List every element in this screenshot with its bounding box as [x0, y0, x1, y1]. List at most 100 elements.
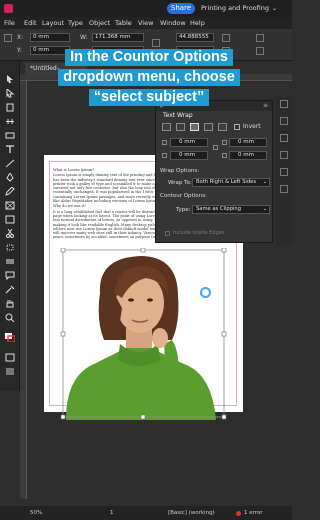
chevron-down-icon: ⌄	[262, 206, 267, 212]
selection-tool-icon[interactable]	[5, 75, 15, 84]
stroke-panel-icon[interactable]	[280, 151, 288, 159]
wrap-to-dropdown[interactable]: Both Right & Left Sides ⌄	[192, 178, 270, 187]
rotate-icon[interactable]	[222, 34, 230, 42]
text-wrap-panel-icon[interactable]	[280, 185, 288, 193]
contour-type-value: Same as Clipping	[196, 206, 242, 212]
no-wrap-icon[interactable]	[162, 123, 171, 131]
instruction-caption: In the Countor Options dropdown menu, ch…	[56, 46, 242, 106]
rectangle-tool-icon[interactable]	[5, 215, 15, 224]
workspace-selector[interactable]: Printing and Proofing ⌄	[201, 4, 277, 12]
preflight-errors[interactable]: 1 error	[244, 510, 263, 516]
x-label: X:	[17, 34, 24, 41]
image-frame[interactable]	[60, 248, 227, 420]
chevron-down-icon: ⌄	[262, 179, 267, 185]
w-field[interactable]: 171.368 mm	[92, 33, 144, 42]
formatting-container-icon[interactable]	[5, 353, 15, 362]
menu-table[interactable]: Table	[115, 19, 132, 27]
free-transform-tool-icon[interactable]	[5, 243, 15, 252]
right-offset-field[interactable]: 0 mm	[229, 151, 267, 160]
x-field[interactable]: 0 mm	[30, 33, 70, 42]
y-label: Y:	[17, 47, 22, 54]
screen-mode-icon[interactable]	[5, 367, 15, 376]
layers-panel-icon[interactable]	[280, 117, 288, 125]
jump-object-icon[interactable]	[204, 123, 213, 131]
note-tool-icon[interactable]	[5, 271, 15, 280]
zoom-tool-icon[interactable]	[5, 313, 15, 322]
vertical-ruler	[20, 81, 27, 499]
woman-photo	[60, 248, 227, 420]
menu-type[interactable]: Type	[68, 19, 83, 27]
jump-next-column-icon[interactable]	[218, 123, 227, 131]
fill-stroke-swatch-icon[interactable]	[5, 333, 15, 342]
hand-tool-icon[interactable]	[5, 299, 15, 308]
content-grabber-icon[interactable]	[200, 287, 211, 298]
flip-icon[interactable]	[256, 34, 264, 42]
eyedropper-tool-icon[interactable]	[5, 285, 15, 294]
scissors-tool-icon[interactable]	[5, 229, 15, 238]
link-offsets-icon[interactable]	[213, 145, 218, 150]
indesign-logo-icon	[4, 4, 13, 13]
line-tool-icon[interactable]	[5, 159, 15, 168]
panel-title: Text Wrap	[163, 112, 193, 119]
menu-file[interactable]: File	[4, 19, 15, 27]
status-bar: 50% 1 [Basic] (working) 1 error	[0, 506, 292, 520]
wrap-options-heading: Wrap Options:	[160, 168, 200, 174]
chevron-down-icon: ⌄	[272, 5, 278, 12]
rectangle-frame-tool-icon[interactable]	[5, 201, 15, 210]
page-tool-icon[interactable]	[5, 103, 15, 112]
right-panel-dock	[276, 95, 292, 245]
gap-tool-icon[interactable]	[5, 117, 15, 126]
page-number[interactable]: 1	[110, 510, 114, 516]
preflight-profile[interactable]: [Basic] (working)	[168, 510, 215, 516]
wrap-object-shape-icon[interactable]	[190, 123, 199, 131]
zoom-level[interactable]: 50%	[30, 510, 42, 516]
text-wrap-panel: ✕ ≡ Text Wrap Invert 0 mm 0 mm 0 mm 0 mm…	[155, 100, 273, 243]
workspace-label: Printing and Proofing	[201, 4, 269, 12]
swatches-panel-icon[interactable]	[280, 168, 288, 176]
menu-edit[interactable]: Edit	[24, 19, 37, 27]
wrap-bounding-box-icon[interactable]	[176, 123, 185, 131]
app-title-bar: Share Printing and Proofing ⌄	[0, 0, 292, 17]
tools-panel	[0, 61, 20, 391]
reference-point-icon[interactable]	[4, 34, 12, 42]
content-collector-icon[interactable]	[5, 131, 15, 140]
caption-line: In the Countor Options	[65, 49, 233, 66]
invert-checkbox[interactable]	[234, 124, 240, 130]
left-offset-field[interactable]: 0 mm	[229, 138, 267, 147]
top-offset-field[interactable]: 0 mm	[170, 138, 208, 147]
menu-object[interactable]: Object	[89, 19, 110, 27]
left-offset-icon	[222, 140, 227, 145]
contour-options-heading: Contour Options:	[160, 193, 207, 199]
bottom-offset-field[interactable]: 0 mm	[170, 151, 208, 160]
top-offset-icon	[162, 140, 167, 145]
error-indicator-icon	[236, 511, 241, 516]
menu-view[interactable]: View	[138, 19, 153, 27]
menu-window[interactable]: Window	[160, 19, 186, 27]
pen-tool-icon[interactable]	[5, 173, 15, 182]
direct-selection-tool-icon[interactable]	[5, 89, 15, 98]
links-panel-icon[interactable]	[280, 134, 288, 142]
include-inside-edges-label: Include Inside Edges	[173, 230, 225, 236]
bottom-offset-icon	[162, 153, 167, 158]
caption-line: dropdown menu, choose	[58, 69, 240, 86]
panel-menu-icon[interactable]: ≡	[263, 102, 268, 109]
w-label: W:	[80, 34, 88, 41]
menu-layout[interactable]: Layout	[42, 19, 64, 27]
contour-type-dropdown[interactable]: Same as Clipping ⌄	[192, 205, 270, 214]
caption-line: “select subject”	[88, 89, 210, 106]
type-label: Type:	[176, 207, 191, 213]
menu-bar: File Edit Layout Type Object Table View …	[0, 17, 292, 29]
stroke-icon[interactable]	[256, 47, 264, 55]
right-offset-icon	[222, 153, 227, 158]
gradient-tool-icon[interactable]	[5, 257, 15, 266]
invert-label: Invert	[243, 123, 261, 130]
include-inside-edges-checkbox[interactable]	[165, 231, 170, 236]
type-tool-icon[interactable]	[5, 145, 15, 154]
menu-help[interactable]: Help	[190, 19, 205, 27]
pencil-tool-icon[interactable]	[5, 187, 15, 196]
wrap-to-value: Both Right & Left Sides	[196, 179, 257, 185]
scale-x-field[interactable]: 44.888555	[176, 33, 214, 42]
wrap-to-label: Wrap To:	[168, 180, 192, 186]
share-button[interactable]: Share	[167, 3, 195, 14]
pages-panel-icon[interactable]	[280, 100, 288, 108]
